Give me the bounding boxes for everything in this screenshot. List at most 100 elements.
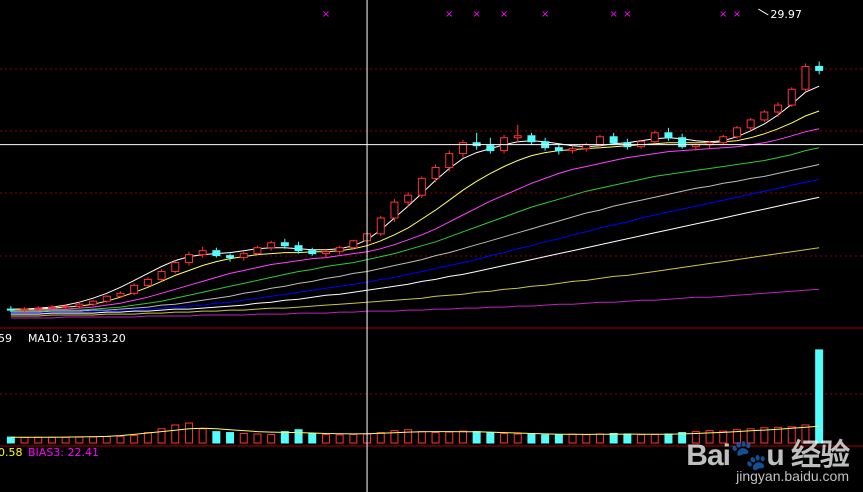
candle-body (527, 135, 536, 143)
candle-body (6, 308, 15, 311)
volume-bar-25 (349, 433, 358, 444)
candle-12 (171, 260, 180, 274)
volume-bar-27 (376, 432, 385, 444)
candle-35 (486, 137, 495, 154)
candle-18 (253, 245, 262, 256)
high-price-pointer (758, 8, 769, 16)
candle-body (349, 240, 358, 249)
candle-21 (294, 241, 303, 254)
crosshair (0, 0, 863, 492)
cross-marker-4: × (541, 9, 549, 20)
volume-bar-40 (554, 433, 563, 444)
volume-bar-16 (226, 432, 235, 444)
volume-bar-1 (20, 436, 29, 444)
candle-body (376, 217, 385, 235)
candle-body (198, 250, 207, 256)
candle-13 (184, 251, 193, 266)
volume-bar-5 (75, 436, 84, 444)
candle-body (116, 292, 125, 297)
volume-bar-48 (664, 433, 673, 444)
candle-body (89, 300, 98, 305)
volume-bar-6 (89, 436, 98, 444)
candle-body (513, 135, 522, 139)
baidu-watermark: Bai🐾u 经验 jingyan.baidu.com (686, 430, 850, 484)
volume-bar-22 (308, 433, 317, 444)
volume-bar-42 (582, 434, 591, 444)
volume-bar-21 (294, 429, 303, 444)
candle-body (226, 255, 235, 259)
high-price-label: 29.97 (770, 8, 802, 21)
cross-marker-6: × (623, 9, 631, 20)
chart-canvas[interactable]: ×××××××××29.97S 59 MA10: 176333.20 0.58 … (0, 0, 863, 492)
candle-19 (267, 240, 276, 251)
volume-bar-43 (595, 433, 604, 444)
volume-bar-38 (527, 433, 536, 444)
candle-44 (609, 132, 618, 145)
candle-body (102, 295, 111, 302)
candle-body (253, 247, 262, 255)
volume-bar-0 (6, 436, 15, 444)
cross-marker-2: × (472, 9, 480, 20)
candle-body (75, 303, 84, 307)
candle-body (568, 148, 577, 152)
candle-body (746, 119, 755, 129)
candle-body (431, 166, 440, 179)
volume-bar-36 (500, 433, 509, 444)
volume-bar-31 (431, 432, 440, 444)
candle-body (732, 127, 741, 138)
cross-marker-5: × (609, 9, 617, 20)
cross-marker-7: × (719, 9, 727, 20)
ma-line-6 (10, 196, 820, 315)
candle-10 (143, 277, 152, 287)
candle-32 (445, 150, 454, 172)
volume-ma-label: MA10: 176333.20 (28, 332, 126, 345)
stock-chart: ×××××××××29.97S 59 MA10: 176333.20 0.58 … (0, 0, 863, 492)
candle-57 (787, 87, 796, 108)
volume-bar-46 (637, 434, 646, 444)
candle-11 (157, 269, 166, 282)
volume-bar-9 (130, 435, 139, 444)
volume-bar-44 (609, 433, 618, 444)
candle-body (239, 253, 248, 259)
candle-52 (719, 134, 728, 145)
candle-body (609, 136, 618, 144)
volume-bar-8 (116, 435, 125, 444)
candle-body (719, 136, 728, 144)
volume-bar-4 (61, 436, 70, 444)
candle-body (321, 251, 330, 255)
candle-body (664, 132, 673, 139)
volume-bar-41 (568, 433, 577, 444)
candle-31 (431, 164, 440, 183)
candle-42 (582, 142, 591, 152)
candle-28 (390, 199, 399, 222)
volume-bar-20 (280, 431, 289, 444)
ma-line-0 (10, 85, 820, 310)
moving-average-lines (10, 85, 820, 319)
candle-body (774, 104, 783, 113)
candle-body (815, 65, 824, 71)
volume-bar-7 (102, 436, 111, 444)
volume-bar-33 (458, 430, 467, 444)
candle-17 (239, 251, 248, 261)
cross-marker-3: × (500, 9, 508, 20)
candle-29 (404, 192, 413, 208)
volume-bar-2 (34, 436, 43, 444)
candle-body (445, 153, 454, 168)
volume-bar-37 (513, 433, 522, 444)
volume-bar-18 (253, 433, 262, 444)
candle-37 (513, 124, 522, 143)
volume-bar-19 (267, 433, 276, 444)
candle-43 (595, 134, 604, 149)
volume-bar-45 (623, 433, 632, 444)
bias-label: BIAS3: 22.41 (28, 446, 99, 459)
candle-body (787, 88, 796, 106)
cross-marker-8: × (733, 9, 741, 20)
volume-bar-30 (417, 431, 426, 444)
candle-body (171, 262, 180, 272)
grid-lines (0, 68, 863, 447)
candle-6 (89, 300, 98, 307)
candle-38 (527, 132, 536, 145)
candle-body (335, 247, 344, 253)
volume-bar-12 (171, 424, 180, 444)
candle-54 (746, 117, 755, 131)
